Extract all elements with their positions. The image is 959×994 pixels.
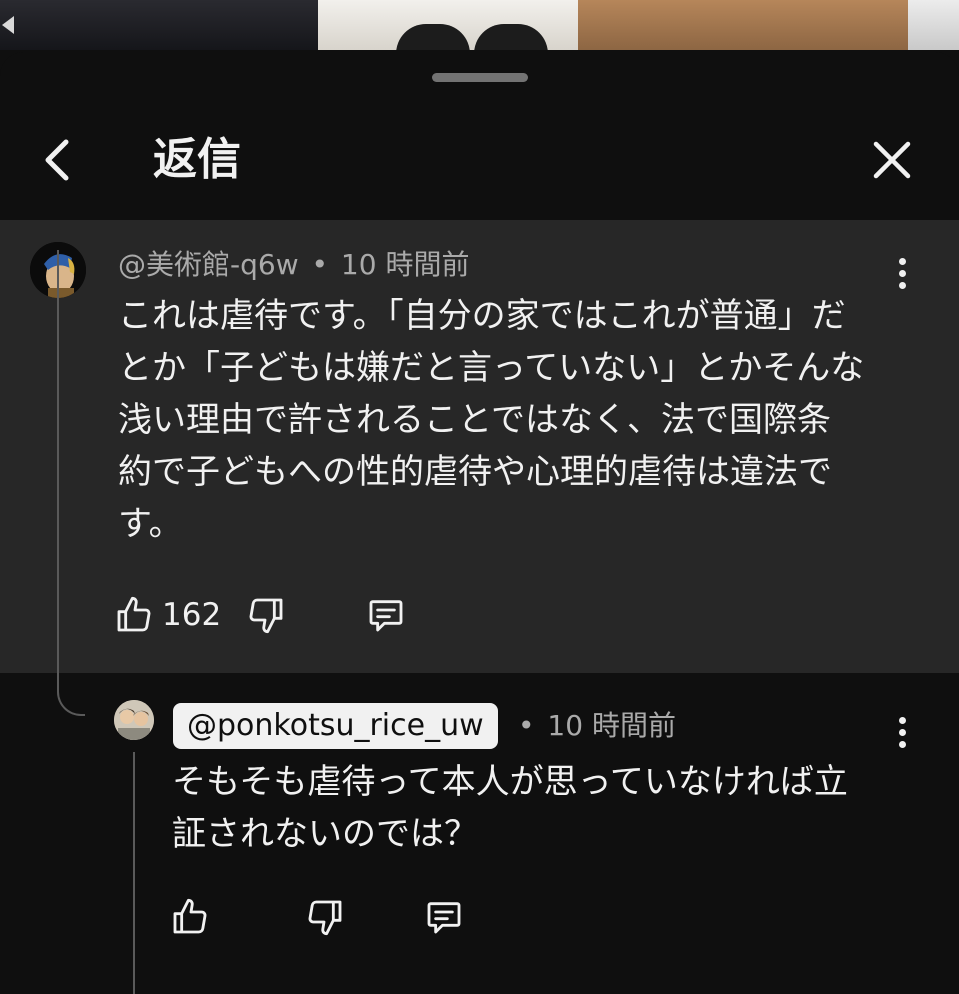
reply-meta: • 10 時間前 <box>518 709 676 743</box>
comment-icon <box>369 600 403 632</box>
comment-text-line: 約で子どもへの性的虐待や心理的虐待は違法で <box>118 452 832 492</box>
video-detail <box>396 24 470 50</box>
reply-text: そもそも虐待って本人が思っていなければ立 証されないのでは？ <box>172 756 848 860</box>
comment-text-line: 浅い理由で許されることではなく、法で国際条 <box>118 400 831 440</box>
comment-icon <box>427 902 461 934</box>
video-detail <box>474 24 548 50</box>
video-player-strip[interactable] <box>0 0 959 50</box>
reply-author-chip[interactable]: @ponkotsu_rice_uw <box>173 703 498 749</box>
like-count: 162 <box>162 597 222 633</box>
chevron-left-icon <box>2 16 14 34</box>
thread-connector <box>57 250 85 716</box>
thumbs-down-icon <box>308 900 342 936</box>
back-button[interactable] <box>28 130 88 190</box>
more-vertical-icon <box>898 716 906 724</box>
video-frame-edge <box>908 0 959 50</box>
sheet-header: 返信 <box>0 112 959 222</box>
comment-text-line: これは虐待です。「自分の家ではこれが普通」だ <box>118 296 846 336</box>
page-title: 返信 <box>153 134 241 185</box>
comment-timestamp: 10 時間前 <box>340 248 470 281</box>
reply-text-line: そもそも虐待って本人が思っていなければ立 <box>172 762 848 802</box>
comment-author[interactable]: @美術館-q6w <box>118 248 299 281</box>
more-options-button[interactable] <box>882 248 922 298</box>
dislike-button[interactable] <box>305 897 345 937</box>
thumbs-up-icon <box>173 898 207 934</box>
comment-text-line: とか「子どもは嫌だと言っていない」とかそんな <box>118 348 865 388</box>
video-frame-right <box>578 0 908 50</box>
dislike-button[interactable] <box>246 595 286 635</box>
chevron-left-icon <box>45 139 69 181</box>
like-button[interactable] <box>170 897 210 937</box>
avatar[interactable] <box>114 700 154 740</box>
meta-separator: • <box>518 709 535 742</box>
video-frame-center <box>318 0 578 50</box>
video-frame-left <box>0 0 318 50</box>
close-icon <box>873 141 911 179</box>
comment-text: これは虐待です。「自分の家ではこれが普通」だ とか「子どもは嫌だと言っていない」… <box>118 290 864 550</box>
comment-text-line: す。 <box>118 504 183 544</box>
thumbs-up-icon <box>117 596 151 632</box>
thumbs-down-icon <box>249 598 283 634</box>
meta-separator: • <box>311 248 329 281</box>
thread-connector <box>133 752 135 994</box>
comment-meta: @美術館-q6w • 10 時間前 <box>118 248 469 282</box>
like-button[interactable]: 162 <box>114 595 221 635</box>
drag-handle[interactable] <box>432 73 528 82</box>
reply-text-line: 証されないのでは？ <box>172 814 478 854</box>
reply-button[interactable] <box>424 897 464 937</box>
more-options-button[interactable] <box>882 707 922 757</box>
parent-comment: @美術館-q6w • 10 時間前 これは虐待です。「自分の家ではこれが普通」だ… <box>0 220 959 673</box>
avatar-image <box>114 700 154 740</box>
more-vertical-icon <box>898 257 906 265</box>
close-button[interactable] <box>862 130 922 190</box>
reply-button[interactable] <box>366 595 406 635</box>
reply-timestamp: 10 時間前 <box>547 709 676 742</box>
